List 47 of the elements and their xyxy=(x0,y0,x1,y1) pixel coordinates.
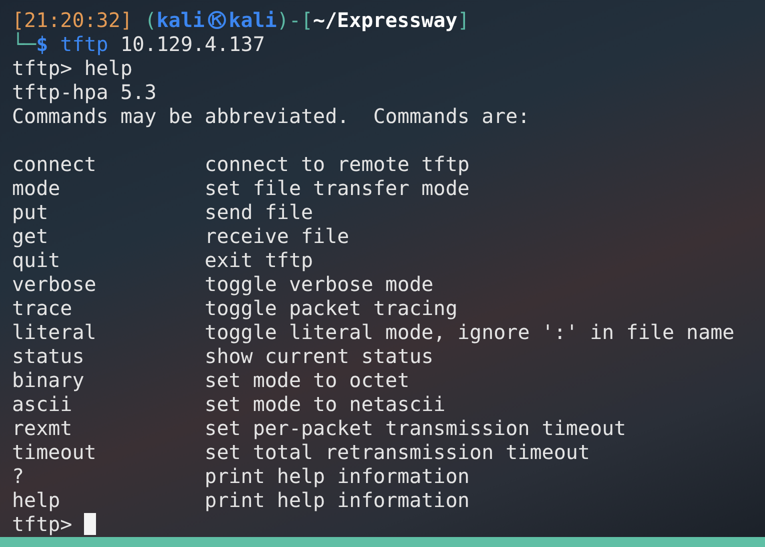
prompt-bracket: ( xyxy=(144,8,156,32)
output-line: Commands may be abbreviated. Commands are: xyxy=(12,104,530,128)
command-description: set mode to netascii xyxy=(204,392,446,416)
command-description: toggle verbose mode xyxy=(204,272,434,296)
command-description: set total retransmission timeout xyxy=(204,440,590,464)
command-description: set mode to octet xyxy=(204,368,410,392)
command-description: toggle packet tracing xyxy=(204,296,458,320)
output-line: tftp-hpa 5.3 xyxy=(12,80,156,104)
command-name: ? xyxy=(12,464,26,488)
circled-symbol-icon xyxy=(206,10,227,30)
command-description: set per-packet transmission timeout xyxy=(204,416,626,440)
cursor xyxy=(84,513,96,535)
command-description: print help information xyxy=(204,464,470,488)
command-name: connect xyxy=(12,152,98,176)
command-name: binary xyxy=(12,368,86,392)
command-name: timeout xyxy=(12,440,98,464)
command-description: exit tftp xyxy=(204,248,314,272)
command-description: connect to remote tftp xyxy=(204,152,470,176)
prompt-corner: └─ xyxy=(12,32,36,56)
prompt-bracket: ] xyxy=(457,8,470,32)
prompt-bracket: )-[ xyxy=(276,8,313,32)
command-name: tftp xyxy=(60,32,108,56)
command-name: verbose xyxy=(12,272,98,296)
command-name: ascii xyxy=(12,392,74,416)
command-description: toggle literal mode, ignore ':' in file name xyxy=(204,320,734,344)
command-arguments: 10.129.4.137 xyxy=(120,32,265,56)
command-name: rexmt xyxy=(12,416,74,440)
command-name: put xyxy=(12,200,50,224)
command-name: help xyxy=(12,488,62,512)
command-description: show current status xyxy=(204,344,434,368)
input-prompt: tftp> xyxy=(12,512,72,536)
command-description: receive file xyxy=(204,224,350,248)
command-name: trace xyxy=(12,296,74,320)
prompt-time: [21:20:32] xyxy=(12,8,132,32)
command-name: mode xyxy=(12,176,62,200)
prompt-user: kali xyxy=(156,8,205,32)
command-name: quit xyxy=(12,248,62,272)
prompt-host: kali xyxy=(228,8,277,32)
command-name: literal xyxy=(12,320,98,344)
prompt-symbol: $ xyxy=(36,32,48,56)
command-name: get xyxy=(12,224,50,248)
command-description: send file xyxy=(204,200,314,224)
command-description: print help information xyxy=(204,488,470,512)
output-line: tftp> help xyxy=(12,56,132,80)
command-name: status xyxy=(12,344,86,368)
command-description: set file transfer mode xyxy=(204,176,470,200)
prompt-directory: ~/Expressway xyxy=(312,8,458,32)
